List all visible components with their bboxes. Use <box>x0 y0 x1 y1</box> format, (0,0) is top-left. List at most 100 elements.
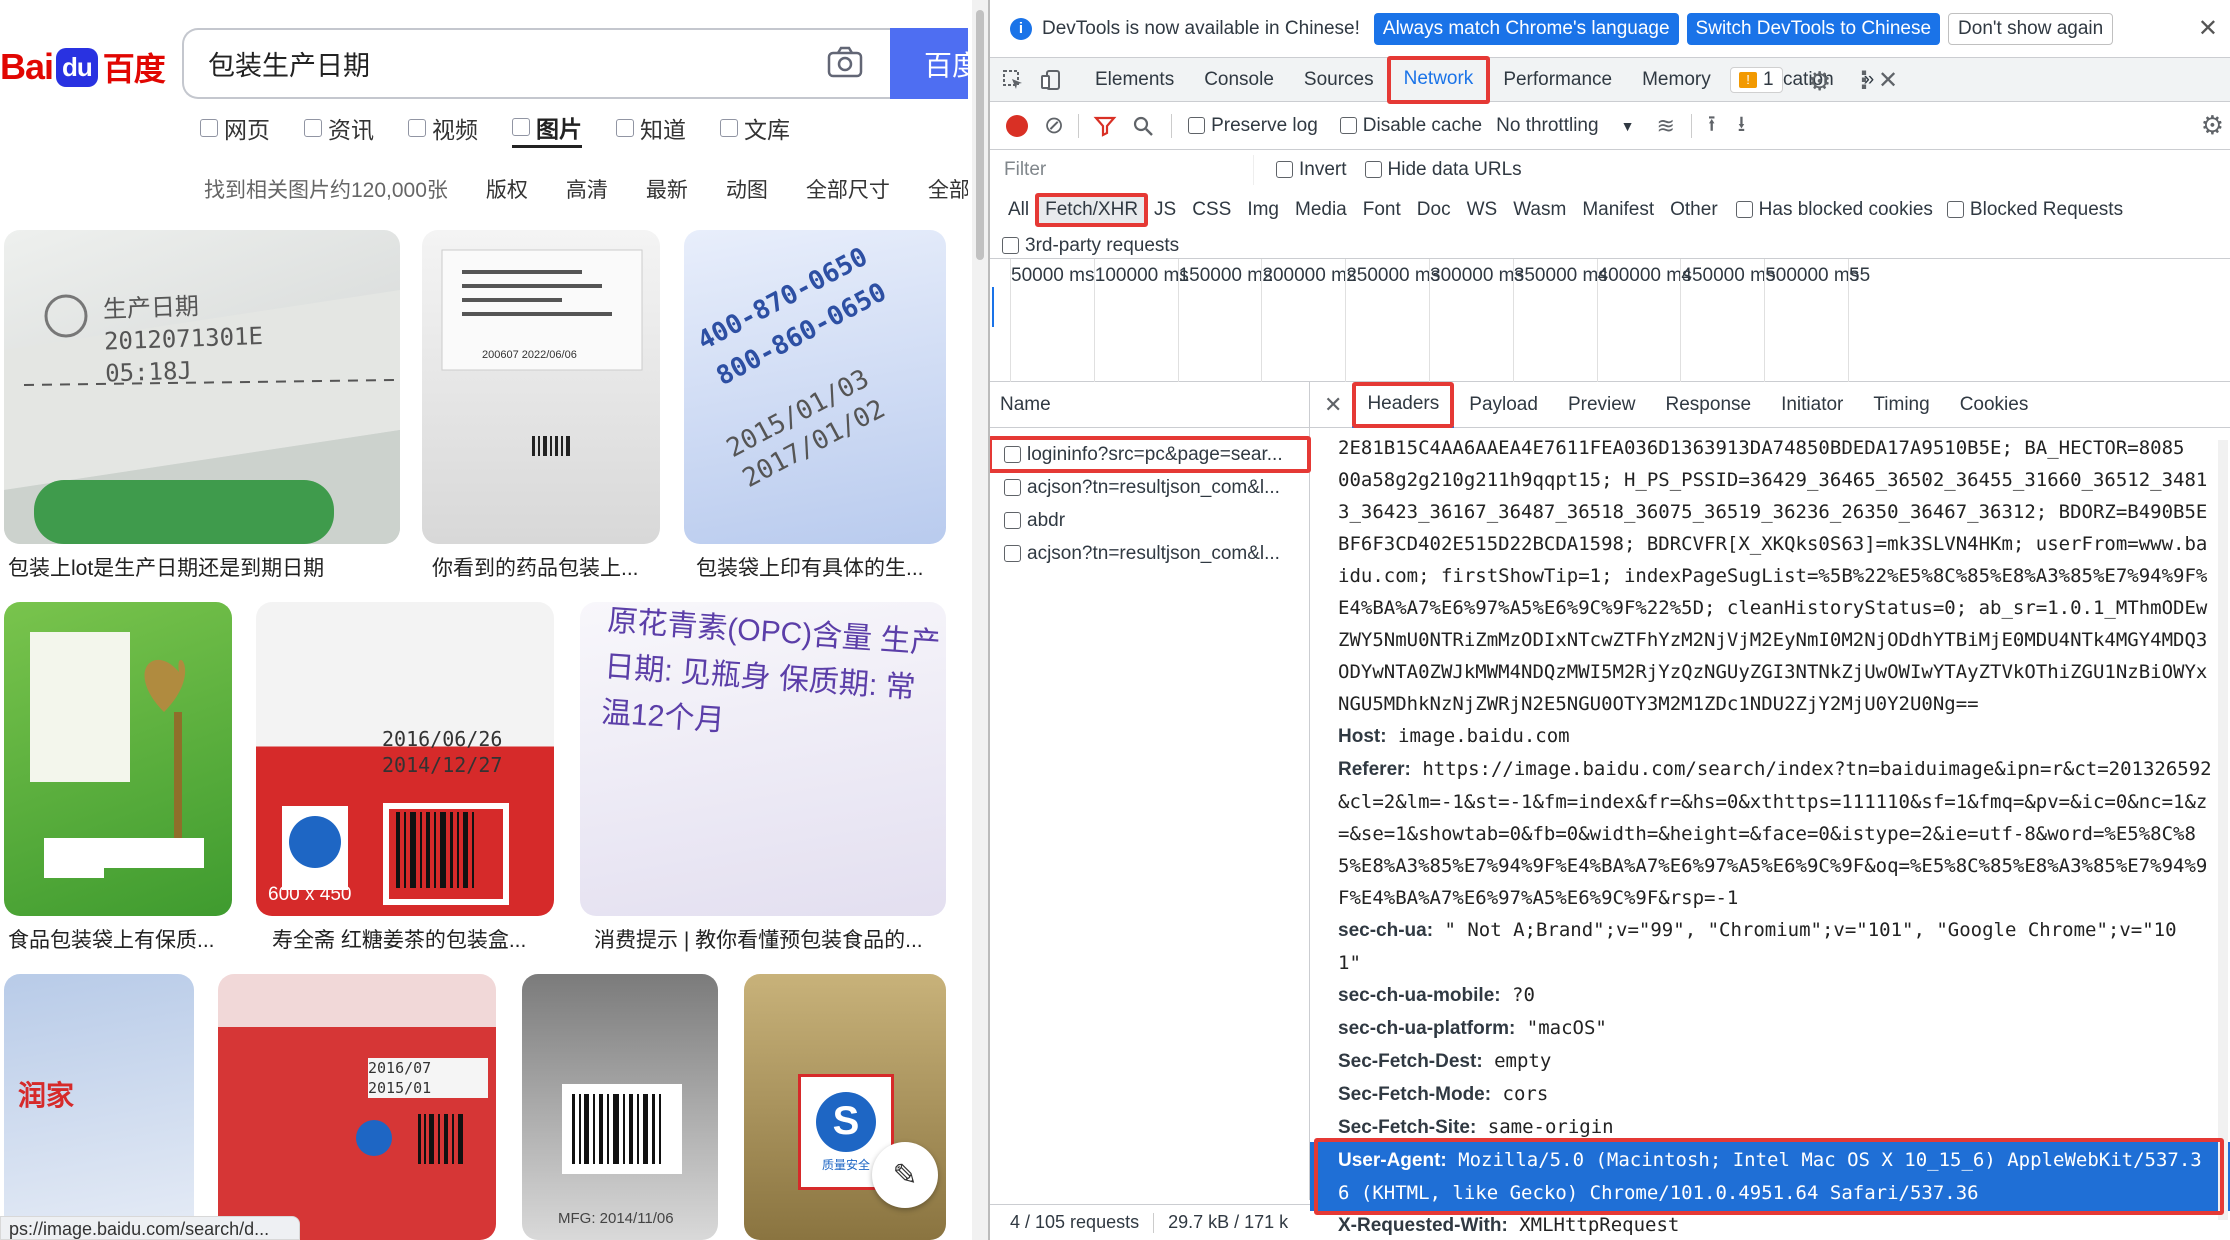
type-filter-4[interactable]: Img <box>1239 195 1287 225</box>
type-filter-9[interactable]: Wasm <box>1505 195 1574 225</box>
filter-option-2[interactable]: 最新 <box>646 174 688 206</box>
tab-memory[interactable]: Memory <box>1627 58 1726 102</box>
tab-elements[interactable]: Elements <box>1080 58 1189 102</box>
blocked-requests-checkbox[interactable]: Blocked Requests <box>1946 199 2123 221</box>
close-infobar-icon[interactable]: ✕ <box>2198 14 2218 43</box>
nav-tab-5[interactable]: 文库 <box>720 108 790 148</box>
subtab-timing[interactable]: Timing <box>1858 382 1944 428</box>
search-icon[interactable] <box>1131 114 1155 138</box>
import-har-icon[interactable]: ⭱ <box>1708 107 1716 145</box>
chevron-down-icon[interactable]: ▼ <box>1621 118 1635 134</box>
type-filter-1[interactable]: Fetch/XHR <box>1037 195 1147 225</box>
network-overview-timeline[interactable]: 50000 ms 100000 ms 150000 ms 200000 ms 25000… <box>990 258 2230 383</box>
tile-3-caption[interactable]: 包装袋上印有具体的生... <box>696 552 946 582</box>
tab-network[interactable]: Network <box>1388 58 1489 102</box>
subtab-response[interactable]: Response <box>1651 382 1767 428</box>
search-input[interactable]: 包装生产日期 <box>182 28 894 99</box>
subtab-cookies[interactable]: Cookies <box>1945 382 2044 428</box>
image-tile-1[interactable]: 生产日期 2012071301E 05:18J <box>4 230 400 544</box>
tile-6-caption[interactable]: 消费提示 | 教你看懂预包装食品的... <box>594 924 950 954</box>
tab-performance[interactable]: Performance <box>1488 58 1627 102</box>
request-row[interactable]: logininfo?src=pc&page=sear... <box>990 438 1309 471</box>
export-har-icon[interactable]: ⭳ <box>1738 107 1746 145</box>
nav-tab-1[interactable]: 资讯 <box>304 108 374 148</box>
preserve-log-checkbox[interactable]: Preserve log <box>1188 115 1318 137</box>
image-tile-3[interactable]: 400-870-0650 800-860-0650 2015/01/03 2017… <box>684 230 946 544</box>
name-column-header[interactable]: Name <box>990 382 1309 428</box>
subtab-payload[interactable]: Payload <box>1454 382 1553 428</box>
image-tile-6[interactable]: 原花青素(OPC)含量 生产日期: 见瓶身 保质期: 常温12个月 <box>580 602 946 916</box>
transfer-size: 29.7 kB / 171 k <box>1168 1212 1289 1232</box>
close-details-icon[interactable]: ✕ <box>1324 392 1342 418</box>
type-filter-3[interactable]: CSS <box>1184 195 1239 225</box>
clear-icon[interactable]: ⊘ <box>1044 111 1064 140</box>
camera-icon[interactable] <box>826 44 864 80</box>
tab-console[interactable]: Console <box>1189 58 1289 102</box>
edit-pencil-icon[interactable]: ✎ <box>872 1142 938 1208</box>
network-settings-gear-icon[interactable]: ⚙ <box>2201 110 2224 141</box>
filter-option-0[interactable]: 版权 <box>486 174 528 206</box>
image-tile-8[interactable]: 2016/07 2015/01 <box>218 974 496 1240</box>
filter-option-4[interactable]: 全部尺寸 <box>806 174 890 206</box>
tile-1-caption[interactable]: 包装上lot是生产日期还是到期日期 <box>8 552 402 582</box>
subtab-preview[interactable]: Preview <box>1553 382 1651 428</box>
third-party-checkbox[interactable]: 3rd-party requests <box>1002 235 1179 257</box>
filter-funnel-icon[interactable] <box>1093 114 1117 138</box>
search-button[interactable]: 百度 <box>890 28 968 99</box>
type-filter-7[interactable]: Doc <box>1409 195 1459 225</box>
inspect-element-icon[interactable] <box>998 65 1028 95</box>
has-blocked-cookies-checkbox[interactable]: Has blocked cookies <box>1735 199 1933 221</box>
image-tile-10[interactable]: S 质量安全 ✎ <box>744 974 946 1240</box>
scrollbar-thumb[interactable] <box>976 10 984 260</box>
switch-chinese-button[interactable]: Switch DevTools to Chinese <box>1686 12 1941 45</box>
header-value: image.baidu.com <box>1386 725 1570 747</box>
type-filter-8[interactable]: WS <box>1459 195 1506 225</box>
close-devtools-icon[interactable]: ✕ <box>1878 66 1898 95</box>
type-filter-0[interactable]: All <box>1000 195 1037 225</box>
filter-option-3[interactable]: 动图 <box>726 174 768 206</box>
settings-gear-icon[interactable]: ⚙ <box>1808 66 1831 97</box>
nav-tab-4[interactable]: 知道 <box>616 108 686 148</box>
nav-tab-2[interactable]: 视频 <box>408 108 478 148</box>
type-filter-11[interactable]: Other <box>1662 195 1726 225</box>
filter-option-1[interactable]: 高清 <box>566 174 608 206</box>
dont-show-again-button[interactable]: Don't show again <box>1948 12 2114 45</box>
request-row[interactable]: acjson?tn=resultjson_com&l... <box>990 471 1309 504</box>
header-value: 5%E8%A3%85%E7%94%9F%E4%BA%A7%E6%97%A5%E6… <box>1338 855 2208 877</box>
network-conditions-icon[interactable]: ≋ <box>1656 113 1674 139</box>
hide-data-urls-checkbox[interactable]: Hide data URLs <box>1364 159 1522 181</box>
image-tile-4[interactable] <box>4 602 232 916</box>
image-tile-7[interactable]: 润家 <box>4 974 194 1240</box>
subtab-initiator[interactable]: Initiator <box>1766 382 1858 428</box>
tile-2-caption[interactable]: 你看到的药品包装上... <box>432 552 662 582</box>
image-tile-5[interactable]: 2016/06/26 2014/12/27 600 x 450 <box>256 602 554 916</box>
image-tile-9[interactable]: MFG: 2014/11/06 <box>522 974 718 1240</box>
nav-tab-3[interactable]: 图片 <box>512 108 582 148</box>
type-filter-10[interactable]: Manifest <box>1574 195 1662 225</box>
header-key: sec-ch-ua-mobile: <box>1338 985 1501 1006</box>
record-icon[interactable] <box>1006 114 1028 137</box>
filter-input[interactable]: Filter <box>1000 155 1254 185</box>
baidu-logo[interactable]: Bai du 百度 <box>0 42 166 92</box>
throttling-select[interactable]: No throttling <box>1496 115 1598 137</box>
match-language-button[interactable]: Always match Chrome's language <box>1373 12 1679 45</box>
device-toolbar-icon[interactable] <box>1036 65 1066 95</box>
tile-4-caption[interactable]: 食品包装袋上有保质... <box>8 924 234 954</box>
nav-tab-0[interactable]: 网页 <box>200 108 270 148</box>
details-scrollbar[interactable] <box>2218 440 2228 1220</box>
tile-5-caption[interactable]: 寿全斋 红糖姜茶的包装盒... <box>272 924 558 954</box>
tab-sources[interactable]: Sources <box>1289 58 1389 102</box>
image-tile-2[interactable]: 200607 2022/06/06 <box>422 230 660 544</box>
request-row[interactable]: acjson?tn=resultjson_com&l... <box>990 537 1309 570</box>
invert-checkbox[interactable]: Invert <box>1276 159 1347 181</box>
type-filter-2[interactable]: JS <box>1146 195 1184 225</box>
page-scrollbar[interactable] <box>972 0 988 1240</box>
disable-cache-checkbox[interactable]: Disable cache <box>1339 115 1482 137</box>
more-options-icon[interactable]: ⋮ <box>1852 66 1876 95</box>
request-row[interactable]: abdr <box>990 504 1309 537</box>
type-filter-5[interactable]: Media <box>1287 195 1355 225</box>
subtab-headers[interactable]: Headers <box>1352 382 1455 428</box>
type-filter-6[interactable]: Font <box>1355 195 1409 225</box>
filter-option-5[interactable]: 全部 <box>928 174 968 206</box>
issues-badge[interactable]: ! 1 <box>1730 67 1783 93</box>
